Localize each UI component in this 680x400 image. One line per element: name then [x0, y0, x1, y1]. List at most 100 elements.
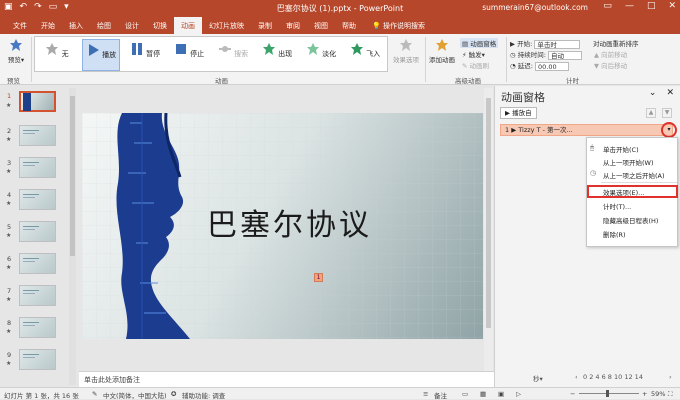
effect-seek[interactable]: 搜索	[214, 39, 252, 71]
duration-field[interactable]: 自动	[548, 50, 583, 60]
accessibility-icon: ✪	[171, 390, 177, 398]
scrollbar-thumb[interactable]	[486, 98, 491, 328]
reorder-title: 对动画重新排序	[593, 40, 639, 48]
start-select[interactable]: 单击时	[534, 39, 581, 49]
user-account[interactable]: summerain67@outlook.com	[482, 3, 588, 12]
tab-home[interactable]: 开始	[34, 19, 62, 33]
tab-slideshow[interactable]: 幻灯片放映	[202, 19, 251, 33]
tab-transitions[interactable]: 切换	[146, 19, 174, 33]
move-up-button[interactable]: ▲	[646, 108, 656, 118]
animation-pane: 动画窗格 ⌄ ✕ ▶ 播放自 ▲ ▼ 1 ▶ Tizzy T - 第一次... …	[494, 86, 680, 387]
maximize-button[interactable]: □	[647, 1, 656, 11]
tab-view[interactable]: 视图	[307, 19, 335, 33]
normal-view-icon[interactable]: ▭	[462, 390, 468, 398]
thumbnail-text-line	[23, 162, 39, 163]
tab-draw[interactable]: 绘图	[90, 19, 118, 33]
zoom-out-button[interactable]: −	[570, 390, 575, 398]
notes-pane[interactable]: 单击此处添加备注	[79, 371, 494, 387]
slide-thumbnail[interactable]	[19, 253, 56, 274]
dropdown-arrow-icon[interactable]: ▾	[661, 122, 677, 138]
close-icon[interactable]: ✕	[666, 88, 674, 98]
timeline-back-icon[interactable]: ‹	[575, 373, 578, 381]
animation-pane-toggle[interactable]: ▤ 动画窗格	[460, 38, 499, 48]
slide-thumbnail[interactable]	[19, 349, 56, 370]
tab-file[interactable]: 文件	[6, 19, 34, 33]
slide-number: 2	[7, 127, 12, 135]
spellcheck-icon[interactable]: ✎	[92, 390, 97, 398]
slide-thumbnail[interactable]	[19, 125, 56, 146]
move-earlier-button[interactable]: ▲ 向前移动	[594, 49, 627, 59]
thumbnail-scrollbar[interactable]	[69, 88, 76, 385]
slide-thumbnail[interactable]	[19, 189, 56, 210]
slide-thumbnail[interactable]	[19, 91, 56, 112]
effect-fly-in[interactable]: 飞入	[346, 39, 384, 71]
slide-thumbnail[interactable]	[19, 221, 56, 242]
menu-item-timing[interactable]: 计时(T)...	[603, 201, 631, 211]
tab-review[interactable]: 审阅	[279, 19, 307, 33]
slide-thumbnail[interactable]	[19, 157, 56, 178]
zoom-slider-track[interactable]	[579, 393, 639, 394]
seconds-dropdown[interactable]: 秒▾	[533, 373, 543, 383]
move-later-button[interactable]: ▼ 向后移动	[594, 60, 627, 70]
slide-number: 8	[7, 319, 12, 327]
close-button[interactable]: ✕	[668, 1, 676, 11]
effect-label: 停止	[190, 50, 205, 58]
thumbnail-text-line	[23, 354, 39, 355]
reading-view-icon[interactable]: ▣	[498, 390, 504, 398]
menu-item-hide-timeline[interactable]: 隐藏高级日程表(H)	[603, 215, 658, 225]
menu-item-with-previous[interactable]: 从上一项开始(W)	[603, 157, 654, 167]
ribbon-display-icon[interactable]: ▭	[603, 1, 612, 11]
status-bar: 幻灯片 第 1 张，共 16 张 ✎ 中文(简体，中国大陆) ✪ 辅助功能: 调…	[0, 387, 680, 400]
effect-stop[interactable]: 停止	[170, 39, 208, 71]
animation-list-item[interactable]: 1 ▶ Tizzy T - 第一次...	[500, 124, 673, 136]
effect-appear[interactable]: 出现	[258, 39, 296, 71]
lightning-icon: ⚡	[462, 51, 467, 59]
move-down-button[interactable]: ▼	[662, 108, 672, 118]
slide-thumbnail[interactable]	[19, 317, 56, 338]
tab-help[interactable]: 帮助	[335, 19, 363, 33]
slide-sorter-icon[interactable]: ▦	[480, 390, 486, 398]
start-label: 开始:	[517, 40, 533, 48]
timeline-forward-icon[interactable]: ›	[669, 373, 672, 381]
zoom-slider-knob[interactable]	[606, 390, 609, 397]
preview-button[interactable]: 预览▾	[4, 38, 28, 64]
effect-label: 飞入	[366, 50, 381, 58]
slide-thumbnail[interactable]	[19, 285, 56, 306]
tab-record[interactable]: 录制	[251, 19, 279, 33]
star-fade-icon	[306, 43, 319, 55]
add-animation-button[interactable]: 添加动画	[428, 38, 456, 64]
effect-options-button[interactable]: 效果选项	[390, 38, 422, 64]
effect-fade[interactable]: 淡化	[302, 39, 340, 71]
tab-design[interactable]: 设计	[118, 19, 146, 33]
brush-icon: ✎	[462, 62, 468, 70]
effect-pause[interactable]: 暂停	[126, 39, 164, 71]
trigger-button[interactable]: ⚡ 触发▾	[462, 49, 485, 59]
chevron-down-icon[interactable]: ⌄	[649, 88, 657, 98]
tab-insert[interactable]: 插入	[62, 19, 90, 33]
animation-tag[interactable]: 1	[314, 273, 323, 282]
effect-none[interactable]: 无	[38, 39, 76, 71]
scrollbar-thumb[interactable]	[70, 96, 75, 256]
ribbon: 预览▾ 预览 无 播放 暂停 停止 搜索 出现 淡化 飞入 效果选项 动画 添加…	[0, 34, 680, 85]
menu-item-remove[interactable]: 删除(R)	[603, 229, 626, 239]
play-from-button[interactable]: ▶ 播放自	[500, 107, 537, 119]
animation-painter-button[interactable]: ✎ 动画刷	[462, 60, 489, 70]
delay-field[interactable]: 00.00	[535, 61, 570, 71]
slideshow-view-icon[interactable]: ▷	[516, 390, 521, 398]
animation-star-icon: ★	[6, 328, 12, 335]
slide-title[interactable]: 巴塞尔协议	[207, 200, 372, 244]
menu-item-on-click[interactable]: 单击开始(C)	[603, 144, 639, 154]
star-preview-icon	[10, 39, 22, 51]
effect-play[interactable]: 播放	[82, 39, 120, 71]
minimize-button[interactable]: —	[625, 1, 634, 11]
duration-row: ◷ 持续时间: 自动	[510, 49, 583, 60]
pane-icon: ▤	[462, 40, 469, 48]
tab-animations[interactable]: 动画	[174, 17, 202, 34]
zoom-level[interactable]: 59%	[651, 390, 665, 398]
slide-canvas[interactable]: 巴塞尔协议 1	[82, 113, 483, 339]
zoom-in-button[interactable]: +	[642, 390, 647, 398]
tell-me-search[interactable]: 💡 操作说明搜索	[365, 19, 432, 33]
menu-item-after-previous[interactable]: 从上一项之后开始(A)	[603, 170, 665, 180]
editor-scrollbar[interactable]	[484, 88, 493, 371]
fit-slide-icon[interactable]: ⛶	[668, 390, 673, 399]
